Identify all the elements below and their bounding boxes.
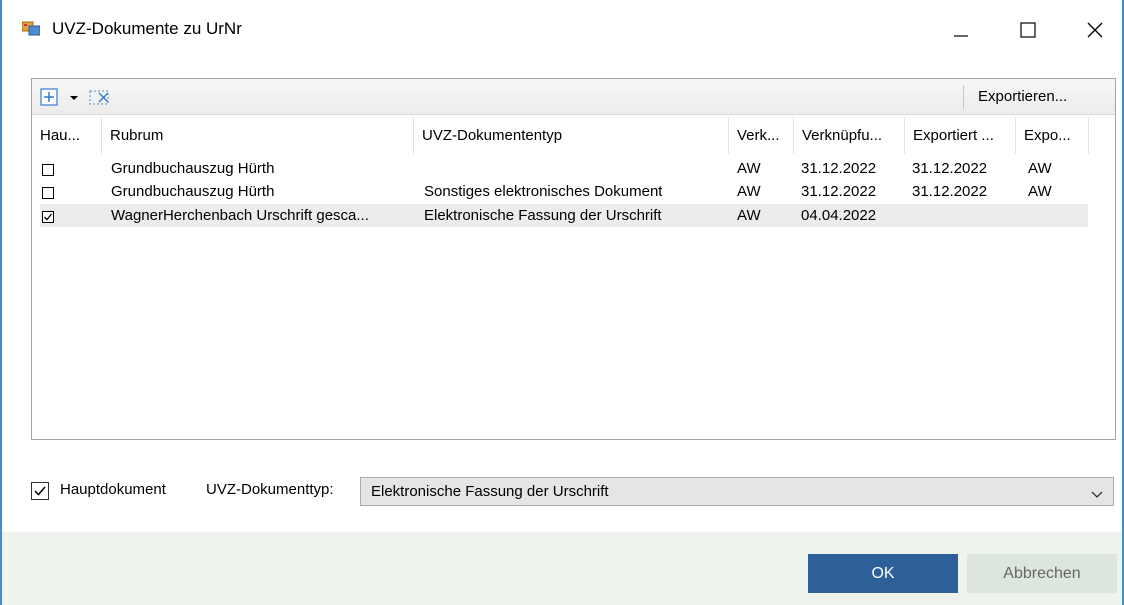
column-header-dokumententyp[interactable]: UVZ-Dokumententyp bbox=[414, 117, 729, 154]
close-icon bbox=[1087, 22, 1103, 38]
documents-panel: Exportieren... Hau... Rubrum UVZ-Dokumen… bbox=[31, 78, 1116, 440]
chevron-down-icon bbox=[1091, 487, 1103, 498]
dokumenttyp-label: UVZ-Dokumenttyp: bbox=[206, 481, 334, 498]
delete-icon[interactable] bbox=[88, 87, 112, 107]
cell-verknuepft: 31.12.2022 bbox=[801, 183, 877, 200]
ok-button[interactable]: OK bbox=[808, 554, 958, 593]
cell-expo: AW bbox=[1028, 160, 1052, 177]
add-document-icon[interactable] bbox=[40, 88, 58, 106]
table-row[interactable]: Grundbuchauszug Hürth Sonstiges elektron… bbox=[40, 180, 1088, 203]
close-button[interactable] bbox=[1070, 0, 1120, 60]
cell-expo: AW bbox=[1028, 183, 1052, 200]
table-row[interactable]: WagnerHerchenbach Urschrift gesca... Ele… bbox=[40, 204, 1088, 227]
row-checkbox[interactable] bbox=[42, 186, 54, 199]
column-header-rubrum[interactable]: Rubrum bbox=[102, 117, 414, 154]
cell-rubrum: WagnerHerchenbach Urschrift gesca... bbox=[111, 207, 369, 224]
cell-exportiert: 31.12.2022 bbox=[912, 160, 988, 177]
cell-verknuepft: 31.12.2022 bbox=[801, 160, 877, 177]
title-bar[interactable]: UVZ-Dokumente zu UrNr bbox=[2, 0, 1122, 60]
row-checkbox-checked[interactable] bbox=[42, 210, 54, 223]
cell-verk: AW bbox=[737, 160, 761, 177]
dropdown-arrow-icon[interactable] bbox=[68, 89, 80, 105]
export-button[interactable]: Exportieren... bbox=[978, 88, 1067, 105]
app-icon bbox=[21, 20, 41, 36]
cell-typ: Sonstiges elektronisches Dokument bbox=[424, 183, 663, 200]
column-header-expo[interactable]: Expo... bbox=[1016, 117, 1089, 154]
hauptdokument-label[interactable]: Hauptdokument bbox=[60, 481, 166, 498]
minimize-icon bbox=[954, 35, 968, 37]
column-header-verk[interactable]: Verk... bbox=[729, 117, 794, 154]
column-header-haupt[interactable]: Hau... bbox=[32, 117, 102, 154]
column-header-exportiert[interactable]: Exportiert ... bbox=[905, 117, 1016, 154]
maximize-icon bbox=[1020, 22, 1036, 38]
cancel-button[interactable]: Abbrechen bbox=[967, 554, 1117, 593]
dokumenttyp-select-value: Elektronische Fassung der Urschrift bbox=[371, 483, 609, 500]
dokumenttyp-select[interactable]: Elektronische Fassung der Urschrift bbox=[360, 477, 1114, 506]
dialog-window: UVZ-Dokumente zu UrNr Exportieren... Hau… bbox=[0, 0, 1124, 605]
cell-rubrum: Grundbuchauszug Hürth bbox=[111, 183, 275, 200]
toolbar-separator bbox=[963, 85, 964, 109]
cell-rubrum: Grundbuchauszug Hürth bbox=[111, 160, 275, 177]
minimize-button[interactable] bbox=[936, 0, 986, 60]
grid-header: Hau... Rubrum UVZ-Dokumententyp Verk... … bbox=[32, 117, 1115, 154]
cell-verk: AW bbox=[737, 207, 761, 224]
cell-verknuepft: 04.04.2022 bbox=[801, 207, 877, 224]
table-row[interactable]: Grundbuchauszug Hürth AW 31.12.2022 31.1… bbox=[40, 157, 1088, 180]
cell-exportiert: 31.12.2022 bbox=[912, 183, 988, 200]
documents-toolbar: Exportieren... bbox=[32, 79, 1115, 115]
column-header-verknuepfung[interactable]: Verknüpfu... bbox=[794, 117, 905, 154]
hauptdokument-checkbox[interactable] bbox=[31, 482, 49, 500]
row-checkbox[interactable] bbox=[42, 163, 54, 176]
cell-verk: AW bbox=[737, 183, 761, 200]
window-title: UVZ-Dokumente zu UrNr bbox=[52, 19, 242, 38]
maximize-button[interactable] bbox=[1003, 0, 1053, 60]
cell-typ: Elektronische Fassung der Urschrift bbox=[424, 207, 662, 224]
